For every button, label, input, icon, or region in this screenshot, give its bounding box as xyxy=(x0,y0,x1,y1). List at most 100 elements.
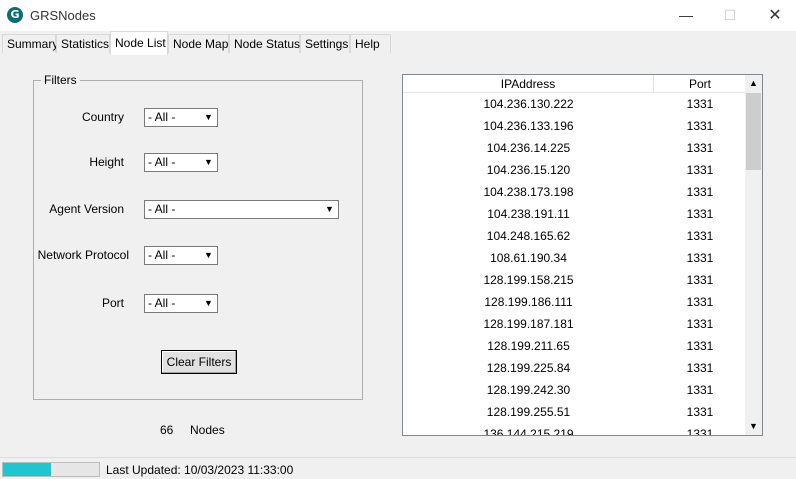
agent-version-select-value: - All - xyxy=(148,202,176,216)
scroll-down-icon[interactable]: ▼ xyxy=(745,418,762,435)
port-cell: 1331 xyxy=(686,317,714,331)
port-cell: 1331 xyxy=(686,295,714,309)
ip-address-cell: 104.236.14.225 xyxy=(486,141,571,155)
table-row[interactable]: 104.236.130.222 1331 xyxy=(403,93,745,115)
port-cell: 1331 xyxy=(686,97,714,111)
window-title: GRSNodes xyxy=(30,8,96,23)
ip-address-cell: 128.199.187.181 xyxy=(483,317,574,331)
tab-settings[interactable]: Settings xyxy=(300,34,350,54)
table-row[interactable]: 128.199.158.215 1331 xyxy=(403,269,745,291)
table-row[interactable]: 104.238.173.198 1331 xyxy=(403,181,745,203)
filters-group: Filters Country - All - ▼ Height - All -… xyxy=(33,73,363,400)
port-cell: 1331 xyxy=(686,405,714,419)
port-cell: 1331 xyxy=(686,361,714,375)
table-row[interactable]: 104.236.14.225 1331 xyxy=(403,137,745,159)
scrollbar-thumb[interactable] xyxy=(746,93,761,170)
table-row[interactable]: 128.199.187.181 1331 xyxy=(403,313,745,335)
ip-address-cell: 128.199.255.51 xyxy=(486,405,571,419)
ip-address-cell: 128.199.225.84 xyxy=(486,361,571,375)
close-button[interactable]: ✕ xyxy=(752,0,796,31)
port-cell: 1331 xyxy=(686,427,714,435)
vertical-scrollbar[interactable]: ▲ ▼ xyxy=(745,75,762,435)
port-cell: 1331 xyxy=(686,251,714,265)
height-select[interactable]: - All - ▼ xyxy=(144,153,218,172)
ip-address-cell: 104.248.165.62 xyxy=(486,229,571,243)
network-protocol-select-value: - All - xyxy=(148,248,176,262)
node-list-table[interactable]: IPAddress Port 104.236.130.222 1331 104.23… xyxy=(402,74,763,436)
country-select-value: - All - xyxy=(148,110,176,124)
column-header-ipaddress[interactable]: IPAddress xyxy=(403,75,654,93)
tab-summary[interactable]: Summary xyxy=(2,34,58,54)
port-cell: 1331 xyxy=(686,163,714,177)
minimize-button[interactable]: — xyxy=(663,0,709,31)
tab-statistics[interactable]: Statistics xyxy=(56,34,110,54)
port-label: Port xyxy=(101,296,124,310)
port-cell: 1331 xyxy=(686,141,714,155)
port-cell: 1331 xyxy=(686,383,714,397)
scroll-up-icon[interactable]: ▲ xyxy=(745,75,762,92)
table-row[interactable]: 104.236.133.196 1331 xyxy=(403,115,745,137)
agent-version-select[interactable]: - All - ▼ xyxy=(144,200,339,219)
app-logo-icon: G xyxy=(7,7,23,23)
port-cell: 1331 xyxy=(686,273,714,287)
ip-address-cell: 104.238.191.11 xyxy=(487,207,570,221)
maximize-button[interactable]: ☐ xyxy=(707,0,753,31)
network-protocol-label: Network Protocol xyxy=(37,248,129,262)
table-header: IPAddress Port xyxy=(403,75,745,93)
table-row[interactable]: 128.199.186.111 1331 xyxy=(403,291,745,313)
agent-version-label: Agent Version xyxy=(49,202,124,216)
tab-node-map[interactable]: Node Map xyxy=(168,34,229,54)
port-cell: 1331 xyxy=(686,339,714,353)
ip-address-cell: 104.238.173.198 xyxy=(483,185,574,199)
title-bar[interactable]: G GRSNodes — ☐ ✕ xyxy=(0,0,796,31)
column-header-port[interactable]: Port xyxy=(655,75,745,93)
last-updated-text: Last Updated: 10/03/2023 11:33:00 xyxy=(106,463,294,477)
port-cell: 1331 xyxy=(686,229,714,243)
update-progress-bar xyxy=(2,462,100,477)
country-label: Country xyxy=(81,110,124,124)
node-count-label: Nodes xyxy=(190,423,225,437)
ip-address-cell: 128.199.186.111 xyxy=(484,295,573,309)
port-select[interactable]: - All - ▼ xyxy=(144,294,218,313)
table-row[interactable]: 128.199.242.30 1331 xyxy=(403,379,745,401)
chevron-down-icon[interactable]: ▼ xyxy=(322,202,337,217)
port-cell: 1331 xyxy=(686,207,714,221)
tab-node-list[interactable]: Node List xyxy=(110,31,168,55)
network-protocol-select[interactable]: - All - ▼ xyxy=(144,246,218,265)
chevron-down-icon[interactable]: ▼ xyxy=(201,296,216,311)
table-row[interactable]: 104.238.191.11 1331 xyxy=(403,203,745,225)
table-row[interactable]: 128.199.211.65 1331 xyxy=(403,335,745,357)
chevron-down-icon[interactable]: ▼ xyxy=(201,248,216,263)
port-select-value: - All - xyxy=(148,296,176,310)
port-cell: 1331 xyxy=(686,119,714,133)
ip-address-cell: 128.199.158.215 xyxy=(483,273,574,287)
clear-filters-button[interactable]: Clear Filters xyxy=(161,350,237,374)
chevron-down-icon[interactable]: ▼ xyxy=(201,155,216,170)
table-row[interactable]: 128.199.255.51 1331 xyxy=(403,401,745,423)
progress-fill xyxy=(3,463,51,476)
height-label: Height xyxy=(89,155,124,169)
chevron-down-icon[interactable]: ▼ xyxy=(201,110,216,125)
tab-strip: Summary Statistics Node List Node Map No… xyxy=(0,31,796,55)
ip-address-cell: 104.236.133.196 xyxy=(483,119,574,133)
ip-address-cell: 104.236.15.120 xyxy=(486,163,571,177)
port-cell: 1331 xyxy=(686,185,714,199)
tab-node-status[interactable]: Node Status xyxy=(229,34,300,54)
table-row[interactable]: 104.236.15.120 1331 xyxy=(403,159,745,181)
app-window: G GRSNodes — ☐ ✕ Summary Statistics Node… xyxy=(0,0,796,479)
table-row[interactable]: 128.199.225.84 1331 xyxy=(403,357,745,379)
ip-address-cell: 104.236.130.222 xyxy=(483,97,574,111)
ip-address-cell: 136.144.215.219 xyxy=(483,427,574,435)
table-row[interactable]: 136.144.215.219 1331 xyxy=(403,423,745,435)
country-select[interactable]: - All - ▼ xyxy=(144,108,218,127)
node-list-page: Filters Country - All - ▼ Height - All -… xyxy=(0,53,796,457)
filters-legend: Filters xyxy=(41,73,80,87)
ip-address-cell: 108.61.190.34 xyxy=(490,251,567,265)
table-row[interactable]: 108.61.190.34 1331 xyxy=(403,247,745,269)
tab-help[interactable]: Help xyxy=(350,34,391,54)
height-select-value: - All - xyxy=(148,155,176,169)
ip-address-cell: 128.199.242.30 xyxy=(486,383,571,397)
table-row[interactable]: 104.248.165.62 1331 xyxy=(403,225,745,247)
status-bar: Last Updated: 10/03/2023 11:33:00 xyxy=(0,457,796,479)
ip-address-cell: 128.199.211.65 xyxy=(487,339,570,353)
